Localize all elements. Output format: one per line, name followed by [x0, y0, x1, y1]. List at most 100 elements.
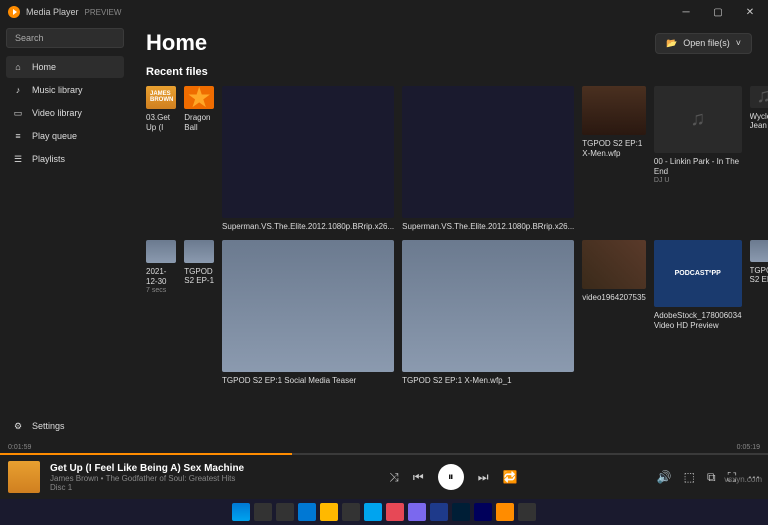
- thumbnail: [402, 86, 574, 218]
- card-title: 03.Get Up (I Feel Like Being A) Sex Mach…: [146, 113, 176, 133]
- card-title: TGPOD S2 EP:1 X-Men.wfp: [582, 139, 646, 158]
- thumbnail: [146, 240, 176, 263]
- gear-icon: ⚙: [12, 420, 24, 432]
- card-title: TGPOD S2 EP-1 Xmen: [750, 266, 768, 286]
- home-icon: ⌂: [12, 61, 24, 73]
- media-card[interactable]: 03.Get Up (I Feel Like Being A) Sex Mach…: [146, 86, 176, 232]
- pause-button[interactable]: ⏸: [438, 464, 464, 490]
- nav-play-queue[interactable]: ≡Play queue: [6, 125, 124, 147]
- open-file-button[interactable]: 📂Open file(s)˅: [655, 33, 752, 54]
- thumbnail: ♫: [654, 86, 742, 153]
- thumbnail: [582, 86, 646, 135]
- task-view[interactable]: [276, 503, 294, 521]
- video-icon: ▭: [12, 107, 24, 119]
- now-playing-artist: James Brown • The Godfather of Soul: Gre…: [50, 474, 250, 492]
- music-note-icon: ♫: [756, 86, 768, 108]
- card-title: Superman.VS.The.Elite.2012.1080p.BRrip.x…: [402, 222, 574, 232]
- search-input[interactable]: Search: [6, 28, 124, 48]
- cast-button[interactable]: ⬚: [684, 470, 695, 484]
- thumbnail: [184, 86, 214, 109]
- sidebar: Search ⌂ Home ♪ Music library ▭Video libra…: [0, 24, 130, 442]
- card-subtitle: DJ U: [654, 177, 742, 184]
- nav-playlists[interactable]: ☰ Playlists: [6, 148, 124, 170]
- taskbar-app[interactable]: [430, 503, 448, 521]
- elapsed-time: 0:01:59: [8, 444, 31, 451]
- nav-label: Home: [32, 62, 56, 72]
- previous-button[interactable]: ⏮: [413, 470, 424, 485]
- next-button[interactable]: ⏭: [478, 470, 489, 485]
- time-row: 0:01:59 0:05:19: [0, 442, 768, 453]
- nav-label: Settings: [32, 421, 65, 431]
- app-icon: [8, 6, 20, 18]
- media-card[interactable]: ♫00 - Linkin Park - In The EndDJ U: [654, 86, 742, 232]
- media-card[interactable]: TGPOD S2 EP:1 X-Men.wfp_1: [402, 240, 574, 386]
- card-title: TGPOD S2 EP:1 X-Men.wfp_1: [402, 376, 574, 386]
- main-content: Home 📂Open file(s)˅ Recent files 03.Get …: [130, 24, 768, 442]
- taskbar-app[interactable]: [518, 503, 536, 521]
- recent-files-grid: 03.Get Up (I Feel Like Being A) Sex Mach…: [146, 86, 752, 386]
- minimize-button[interactable]: ─: [676, 2, 696, 22]
- media-card[interactable]: TGPOD S2 EP-1 Xmen: [184, 240, 214, 386]
- nav-music-library[interactable]: ♪ Music library: [6, 79, 124, 101]
- repeat-button[interactable]: 🔁: [503, 470, 518, 484]
- media-card[interactable]: AdobeStock_178006034 Video HD Preview: [654, 240, 742, 386]
- music-note-icon: ♫: [690, 108, 705, 131]
- taskbar-mediaplayer[interactable]: [496, 503, 514, 521]
- taskbar-app[interactable]: [298, 503, 316, 521]
- nav-home[interactable]: ⌂ Home: [6, 56, 124, 78]
- media-card[interactable]: video1964207535: [582, 240, 646, 386]
- music-note-icon: ♪: [12, 84, 24, 96]
- card-title: Dragon Ball Super - 048 - Hope! Redux...: [184, 113, 214, 133]
- media-card[interactable]: Superman.VS.The.Elite.2012.1080p.BRrip.x…: [402, 86, 574, 232]
- titlebar: Media Player PREVIEW ─ ▢ ✕: [0, 0, 768, 24]
- now-playing-art[interactable]: [8, 461, 40, 493]
- thumbnail: [184, 240, 214, 263]
- progress-bar[interactable]: [0, 453, 768, 455]
- nav-label: Music library: [32, 85, 83, 95]
- card-title: TGPOD S2 EP-1 Xmen: [184, 267, 214, 287]
- now-playing-title: Get Up (I Feel Like Being A) Sex Machine: [50, 463, 250, 474]
- media-card[interactable]: ♫ Wyclef Jean -WaRiO- Ca Ne Me: [750, 86, 768, 232]
- chevron-down-icon: ˅: [736, 38, 741, 48]
- thumbnail: [222, 240, 394, 372]
- shuffle-button[interactable]: ⤨: [389, 470, 399, 485]
- media-card[interactable]: 2021-12-30 10-52-137 secs: [146, 240, 176, 386]
- card-title: Wyclef Jean -WaRiO- Ca Ne Me: [750, 112, 768, 132]
- maximize-button[interactable]: ▢: [708, 2, 728, 22]
- thumbnail: ♫: [750, 86, 768, 108]
- preview-badge: PREVIEW: [85, 8, 122, 17]
- taskbar-app[interactable]: [364, 503, 382, 521]
- card-title: Superman.VS.The.Elite.2012.1080p.BRrip.x…: [222, 222, 394, 232]
- mini-player-button[interactable]: ⧉: [707, 470, 716, 485]
- folder-icon: 📂: [666, 38, 677, 49]
- media-card[interactable]: Superman.VS.The.Elite.2012.1080p.BRrip.x…: [222, 86, 394, 232]
- queue-icon: ≡: [12, 130, 24, 142]
- thumbnail: [750, 240, 768, 262]
- media-card[interactable]: TGPOD S2 EP:1 Social Media Teaser: [222, 240, 394, 386]
- watermark: vsxyn.com: [724, 475, 762, 484]
- taskbar-explorer[interactable]: [320, 503, 338, 521]
- nav-video-library[interactable]: ▭Video library: [6, 102, 124, 124]
- taskbar-search[interactable]: [254, 503, 272, 521]
- taskbar[interactable]: [0, 499, 768, 525]
- taskbar-app[interactable]: [386, 503, 404, 521]
- taskbar-app[interactable]: [408, 503, 426, 521]
- thumbnail: [654, 240, 742, 307]
- playlist-icon: ☰: [12, 153, 24, 165]
- card-title: AdobeStock_178006034 Video HD Preview: [654, 311, 742, 330]
- media-card[interactable]: Dragon Ball Super - 048 - Hope! Redux...: [184, 86, 214, 232]
- total-time: 0:05:19: [737, 444, 760, 451]
- nav-label: Playlists: [32, 154, 65, 164]
- card-title: TGPOD S2 EP:1 Social Media Teaser: [222, 376, 394, 386]
- taskbar-ps[interactable]: [452, 503, 470, 521]
- player-bar: Get Up (I Feel Like Being A) Sex Machine…: [0, 455, 768, 499]
- taskbar-app[interactable]: [342, 503, 360, 521]
- volume-button[interactable]: 🔊: [657, 470, 672, 484]
- app-title: Media Player: [26, 7, 79, 17]
- start-button[interactable]: [232, 503, 250, 521]
- taskbar-pr[interactable]: [474, 503, 492, 521]
- close-button[interactable]: ✕: [740, 2, 760, 22]
- nav-settings[interactable]: ⚙ Settings: [6, 415, 124, 437]
- media-card[interactable]: TGPOD S2 EP-1 Xmen: [750, 240, 768, 386]
- media-card[interactable]: TGPOD S2 EP:1 X-Men.wfp: [582, 86, 646, 232]
